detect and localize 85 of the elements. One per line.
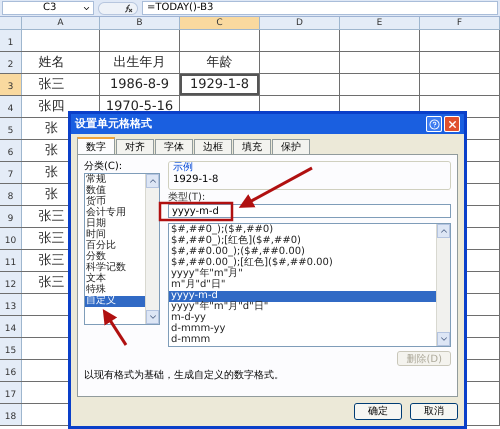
table-cell-text: 张三 <box>38 252 64 270</box>
format-item[interactable]: m-d-yy <box>169 313 436 324</box>
row-header[interactable]: 15 <box>0 338 22 359</box>
table-cell-text: 张三 <box>38 208 64 226</box>
row-header[interactable]: 6 <box>0 140 22 161</box>
table-cell-text: 张 <box>45 142 58 160</box>
dialog-title: 设置单元格格式 <box>75 116 152 132</box>
format-item[interactable]: $#,##0.00_);[红色]($#,##0.00) <box>169 258 436 269</box>
table-cell-text: 1970-5-16 <box>106 98 174 116</box>
formula-field[interactable]: =TODAY()-B3 <box>142 1 498 15</box>
pointer-arrow <box>102 308 128 346</box>
table-cell-text: 年龄 <box>206 54 232 72</box>
sample-label: 示例 <box>173 162 194 174</box>
sample-value: 1929-1-8 <box>173 174 220 186</box>
tab[interactable]: 字体 <box>155 139 193 154</box>
row-header[interactable]: 8 <box>0 184 22 205</box>
scroll-up-button[interactable] <box>437 224 450 238</box>
table-cell-text: 张三 <box>38 76 64 94</box>
row-header[interactable]: 2 <box>0 52 22 73</box>
type-field[interactable]: yyyy-m-d <box>168 204 451 218</box>
row-header[interactable]: 5 <box>0 118 22 139</box>
category-item[interactable]: 日期 <box>85 219 145 230</box>
scroll-up-button[interactable] <box>146 174 159 188</box>
dialog-button[interactable]: 确定 <box>354 403 402 420</box>
category-item[interactable]: 货币 <box>85 197 145 208</box>
table-cell-text: 张三 <box>38 230 64 248</box>
table-cell-text: 张 <box>45 186 58 204</box>
category-item[interactable]: 科学记数 <box>85 263 145 274</box>
format-item[interactable]: yyyy-m-d <box>169 291 436 302</box>
row-header[interactable]: 16 <box>0 360 22 381</box>
dialog-button[interactable]: 取消 <box>410 403 458 420</box>
category-item[interactable]: 文本 <box>85 274 145 285</box>
close-icon <box>446 118 458 130</box>
table-cell-text: 张 <box>45 164 58 182</box>
table-cell-text: 张 <box>45 120 58 138</box>
help-icon <box>428 118 440 130</box>
category-item[interactable]: 百分比 <box>85 241 145 252</box>
format-list[interactable]: $#,##0_);($#,##0) $#,##0_);[红色]($#,##0) $#,##0.00_);($#,##0.00) $#,##0.00_);[红色]($#,##0.00) yyyy"年"m"月" m"月"d"日" yyyy-m-d yyyy"年"m"月"d"日" m-d-yy d-mmm-yy d-mmm <box>168 223 451 347</box>
tab[interactable]: 保护 <box>272 139 310 154</box>
table-cell: 1929-1-8 <box>180 74 259 95</box>
format-item[interactable]: $#,##0.00_);($#,##0.00) <box>169 247 436 258</box>
format-item[interactable]: $#,##0_);($#,##0) <box>169 225 436 236</box>
row-header[interactable]: 18 <box>0 404 22 425</box>
format-item[interactable]: $#,##0_);[红色]($#,##0) <box>169 236 436 247</box>
type-label: 类型(T): <box>168 192 206 204</box>
category-label: 分类(C): <box>84 161 124 173</box>
help-button[interactable] <box>426 116 442 132</box>
format-item[interactable]: d-mmm-yy <box>169 324 436 335</box>
close-button[interactable] <box>444 116 460 132</box>
row-header[interactable]: 12 <box>0 272 22 293</box>
row-header[interactable]: 10 <box>0 228 22 249</box>
row-header[interactable]: 1 <box>0 30 22 51</box>
tab[interactable]: 数字 <box>77 137 115 154</box>
format-item[interactable]: m"月"d"日" <box>169 280 436 291</box>
column-header[interactable]: C <box>180 17 260 29</box>
row-header[interactable]: 11 <box>0 250 22 271</box>
row-header[interactable]: 13 <box>0 294 22 315</box>
scroll-down-button[interactable] <box>146 310 159 324</box>
scroll-down-button[interactable] <box>437 332 450 346</box>
category-item[interactable]: 会计专用 <box>85 208 145 219</box>
format-item[interactable]: yyyy"年"m"月"d"日" <box>169 302 436 313</box>
category-item[interactable]: 数值 <box>85 186 145 197</box>
table-cell-text: 张四 <box>38 98 64 116</box>
fx-icon[interactable] <box>98 2 138 14</box>
row-header[interactable]: 14 <box>0 316 22 337</box>
category-item[interactable]: 常规 <box>85 175 145 186</box>
table-cell-text: 张三 <box>38 274 64 292</box>
category-item[interactable]: 分数 <box>85 252 145 263</box>
row-header[interactable]: 9 <box>0 206 22 227</box>
row-header[interactable]: 17 <box>0 382 22 403</box>
format-item[interactable]: d-mmm <box>169 335 436 346</box>
description-text: 以现有格式为基础，生成自定义的数字格式。 <box>84 370 285 382</box>
table-cell-text: 姓名 <box>38 54 64 72</box>
name-box[interactable]: C3 <box>2 1 94 15</box>
tab[interactable]: 边框 <box>194 139 232 154</box>
tab[interactable]: 对齐 <box>116 139 154 154</box>
table-cell-text: 1986-8-9 <box>110 76 169 94</box>
table-cell-text: 出生年月 <box>114 54 166 72</box>
format-item[interactable]: yyyy"年"m"月" <box>169 269 436 280</box>
category-item[interactable]: 特殊 <box>85 285 145 296</box>
tab[interactable]: 填充 <box>233 139 271 154</box>
row-header[interactable]: 4 <box>0 96 22 117</box>
category-item[interactable]: 时间 <box>85 230 145 241</box>
row-header[interactable]: 3 <box>0 74 22 95</box>
row-header[interactable]: 7 <box>0 162 22 183</box>
